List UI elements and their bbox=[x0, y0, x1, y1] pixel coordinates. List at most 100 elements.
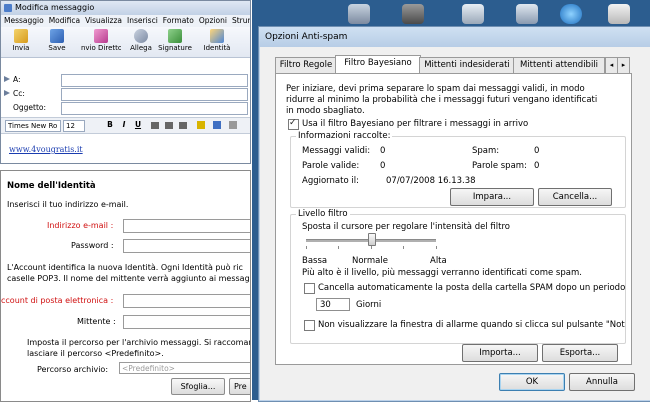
password-field[interactable] bbox=[123, 239, 250, 253]
import-button[interactable]: Importa... bbox=[462, 344, 538, 362]
tick-mark bbox=[338, 246, 339, 249]
size-select[interactable]: 12 bbox=[63, 120, 85, 132]
archive-path-input[interactable]: <Predefinito> bbox=[119, 362, 250, 374]
no-alarm-checkbox[interactable] bbox=[304, 320, 315, 331]
underline-button[interactable]: U bbox=[133, 120, 143, 130]
cc-input[interactable] bbox=[61, 88, 248, 101]
expand-arrow-icon[interactable] bbox=[4, 76, 10, 82]
save-icon bbox=[50, 29, 64, 43]
desktop-icon-app[interactable] bbox=[608, 4, 630, 24]
signature-button[interactable]: Signature bbox=[157, 28, 193, 56]
menu-modifica[interactable]: Modifica bbox=[49, 16, 80, 25]
compose-toolbar: Invia Save nvio Diretto Allega Signature… bbox=[1, 27, 250, 58]
align-center-icon[interactable] bbox=[165, 122, 173, 129]
more-icon[interactable] bbox=[229, 121, 237, 129]
info-group-title: Informazioni raccolte: bbox=[296, 131, 393, 141]
days-label: Giorni bbox=[356, 300, 382, 310]
cancel-button[interactable]: Annulla bbox=[569, 373, 635, 391]
save-button[interactable]: Save bbox=[41, 28, 73, 56]
signature-icon bbox=[168, 29, 182, 43]
account-label: ccount di posta elettronica : bbox=[1, 296, 114, 305]
account-field[interactable] bbox=[123, 294, 250, 308]
intro-line-3: in modo sbagliato. bbox=[286, 106, 365, 116]
filter-level-slider[interactable] bbox=[368, 233, 376, 246]
spam-words-value: 0 bbox=[534, 161, 540, 171]
send-icon bbox=[14, 29, 28, 43]
email-label: Indirizzo e-mail : bbox=[47, 221, 114, 230]
color-icon[interactable] bbox=[213, 121, 221, 129]
menu-formato[interactable]: Formato bbox=[163, 16, 194, 25]
auto-delete-label: Cancella automaticamente la posta della … bbox=[318, 283, 626, 293]
tab-mittenti-attendibili[interactable]: Mittenti attendibili bbox=[513, 57, 605, 73]
identity-icon bbox=[210, 29, 224, 43]
level-normal-label: Normale bbox=[352, 256, 388, 266]
valid-messages-value: 0 bbox=[380, 146, 386, 156]
dialog-title: Opzioni Anti-spam bbox=[265, 32, 348, 42]
password-label: Password : bbox=[71, 241, 114, 250]
spam-label: Spam: bbox=[472, 146, 500, 156]
updated-value: 07/07/2008 16.13.38 bbox=[386, 176, 476, 186]
globe-icon[interactable] bbox=[560, 4, 582, 24]
cc-row: Cc: bbox=[1, 87, 250, 101]
cc-label: Cc: bbox=[13, 89, 25, 98]
auto-delete-checkbox[interactable] bbox=[304, 283, 315, 294]
desktop-icon-tool[interactable] bbox=[402, 4, 424, 24]
ok-button[interactable]: OK bbox=[499, 373, 565, 391]
antispam-dialog: Opzioni Anti-spam Filtro Regole Filtro B… bbox=[258, 26, 650, 402]
to-row: A: bbox=[1, 73, 250, 87]
level-group-title: Livello filtro bbox=[296, 209, 350, 219]
tick-mark bbox=[371, 246, 372, 249]
browse-button[interactable]: Sfoglia... bbox=[171, 378, 225, 395]
menu-inserisci[interactable]: Inserisci bbox=[127, 16, 158, 25]
clear-data-button[interactable]: Cancella... bbox=[538, 188, 612, 206]
menu-messaggio[interactable]: Messaggio bbox=[4, 16, 44, 25]
tab-scroll-right-icon[interactable]: ▸ bbox=[617, 57, 630, 73]
tab-mittenti-indesiderati[interactable]: Mittenti indesiderati bbox=[419, 57, 515, 73]
direct-send-button[interactable]: nvio Diretto bbox=[81, 28, 121, 56]
desktop-icon-window[interactable] bbox=[348, 4, 370, 24]
spam-words-label: Parole spam: bbox=[472, 161, 527, 171]
bold-button[interactable]: B bbox=[105, 120, 115, 130]
days-input[interactable]: 30 bbox=[316, 298, 350, 311]
use-filter-checkbox[interactable] bbox=[288, 118, 299, 130]
archive-note-1: Imposta il percorso per l'archivio messa… bbox=[27, 338, 251, 347]
slider-caption: Sposta il cursore per regolare l'intensi… bbox=[302, 222, 510, 232]
sender-field[interactable] bbox=[123, 315, 250, 329]
send-button[interactable]: Invia bbox=[5, 28, 37, 56]
level-high-label: Alta bbox=[430, 256, 447, 266]
menu-strumenti[interactable]: Strumenti bbox=[232, 16, 250, 25]
menu-visualizza[interactable]: Visualizza bbox=[85, 16, 122, 25]
tab-filtro-bayesiano[interactable]: Filtro Bayesiano bbox=[335, 55, 421, 74]
format-toolbar: Times New Ro 12 B I U bbox=[1, 117, 250, 134]
email-field[interactable] bbox=[123, 219, 250, 233]
desktop-icon-document[interactable] bbox=[516, 4, 538, 24]
valid-messages-label: Messaggi validi: bbox=[302, 146, 371, 156]
attach-button[interactable]: Allega bbox=[125, 28, 157, 56]
body-link[interactable]: www.4vougratis.it bbox=[9, 145, 83, 154]
intro-line-2: ridurre al minimo la probabilità che i m… bbox=[286, 95, 598, 105]
learn-button[interactable]: Impara... bbox=[450, 188, 534, 206]
subject-input[interactable] bbox=[61, 102, 248, 115]
identity-button[interactable]: Identità bbox=[201, 28, 233, 56]
tab-filtro-regole[interactable]: Filtro Regole bbox=[275, 57, 337, 73]
italic-button[interactable]: I bbox=[119, 120, 129, 130]
no-alarm-label: Non visualizzare la finestra di allarme … bbox=[318, 320, 625, 330]
spam-value: 0 bbox=[534, 146, 540, 156]
recycle-bin-icon[interactable] bbox=[462, 4, 484, 24]
dialog-titlebar: Opzioni Anti-spam bbox=[259, 27, 650, 47]
menu-opzioni[interactable]: Opzioni bbox=[199, 16, 227, 25]
next-button[interactable]: Pre bbox=[229, 378, 250, 395]
align-left-icon[interactable] bbox=[151, 122, 159, 129]
to-input[interactable] bbox=[61, 74, 248, 87]
to-label: A: bbox=[13, 75, 21, 84]
updated-label: Aggiornato il: bbox=[302, 176, 359, 186]
archive-label: Percorso archivio: bbox=[37, 365, 109, 374]
expand-arrow-icon[interactable] bbox=[4, 90, 10, 96]
valid-words-value: 0 bbox=[380, 161, 386, 171]
highlight-icon[interactable] bbox=[197, 121, 205, 129]
identity-panel: Nome dell'Identità Inserisci il tuo indi… bbox=[0, 170, 251, 402]
font-select[interactable]: Times New Ro bbox=[5, 120, 61, 132]
export-button[interactable]: Esporta... bbox=[542, 344, 618, 362]
align-right-icon[interactable] bbox=[179, 122, 187, 129]
paperclip-icon bbox=[134, 29, 148, 43]
